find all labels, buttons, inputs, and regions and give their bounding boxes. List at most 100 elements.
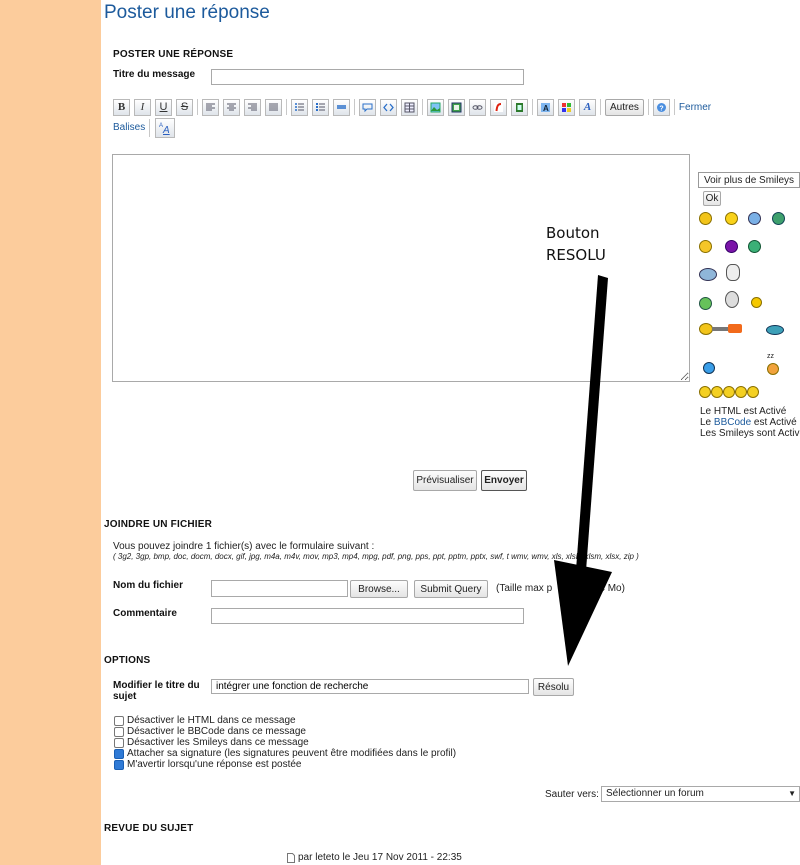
smiley-scared-icon[interactable] (726, 264, 740, 281)
option-disable-html[interactable]: Désactiver le HTML dans ce message (114, 715, 456, 726)
host-image-icon[interactable] (448, 98, 465, 116)
smiley-wink-icon[interactable] (751, 297, 762, 308)
video-icon[interactable] (511, 98, 528, 116)
font-size-icon[interactable]: A (537, 98, 554, 116)
align-right-icon[interactable] (244, 98, 261, 116)
smiley-surprised-icon[interactable] (725, 291, 739, 308)
svg-text:A: A (162, 125, 170, 135)
code-icon[interactable] (380, 98, 397, 116)
submit-query-button[interactable]: Submit Query (414, 580, 488, 598)
font-face-icon[interactable]: A (579, 98, 596, 116)
strike-button[interactable]: S (176, 98, 193, 116)
section-options: OPTIONS (104, 655, 151, 666)
topic-title-input[interactable] (211, 679, 529, 694)
toolbar-divider (354, 99, 355, 115)
status-text: Le HTML est Activé Le BBCode est Activé … (700, 406, 800, 439)
annotation-text: Bouton RESOLU (546, 224, 606, 264)
bullet-list-icon[interactable] (291, 98, 308, 116)
jump-select[interactable]: Sélectionner un forum ▼ (601, 786, 800, 802)
toolbar-divider (647, 99, 649, 115)
send-button[interactable]: Envoyer (481, 470, 527, 491)
toolbar-divider (197, 99, 198, 115)
comment-input[interactable] (211, 608, 524, 624)
flash-icon[interactable] (490, 98, 507, 116)
file-name-label: Nom du fichier (113, 580, 184, 591)
quote-icon[interactable] (359, 98, 376, 116)
checkbox-checked[interactable] (114, 759, 124, 770)
smiley-wave-icon[interactable] (699, 297, 712, 310)
chevron-down-icon: ▼ (788, 789, 796, 798)
smileys-ok-button[interactable]: Ok (703, 191, 721, 206)
option-attach-signature[interactable]: Attacher sa signature (les signatures pe… (114, 748, 456, 759)
comment-label: Commentaire (113, 608, 177, 619)
options-checkboxes: Désactiver le HTML dans ce message Désac… (114, 715, 456, 770)
left-sidebar-strip (0, 0, 101, 865)
smiley-thumbs-icon[interactable] (699, 268, 717, 281)
svg-text:A: A (543, 104, 549, 113)
italic-button[interactable]: I (134, 98, 151, 116)
jump-label: Sauter vers: (545, 789, 599, 800)
autres-button[interactable]: Autres (605, 98, 644, 116)
smiley-sad-icon[interactable] (699, 212, 712, 225)
smiley-shocked-icon[interactable] (699, 240, 712, 253)
resolved-button[interactable]: Résolu (533, 678, 574, 696)
title-label: Titre du message (113, 69, 196, 80)
checkbox-unchecked[interactable] (114, 715, 124, 726)
title-input[interactable] (211, 69, 524, 85)
smiley-cool-icon[interactable] (748, 212, 761, 225)
smiley-sick-icon[interactable] (772, 212, 785, 225)
smiley-fish-icon[interactable] (766, 325, 784, 335)
help-icon[interactable]: ? (652, 98, 670, 116)
justify-icon[interactable] (265, 98, 282, 116)
option-disable-smileys[interactable]: Désactiver les Smileys dans ce message (114, 737, 456, 748)
option-notify-reply[interactable]: M'avertir lorsqu'une réponse est postée (114, 759, 456, 770)
checkbox-unchecked[interactable] (114, 726, 124, 737)
preview-button[interactable]: Prévisualiser (413, 470, 477, 491)
smiley-ball-icon[interactable] (703, 362, 715, 374)
toolbar-divider (149, 119, 150, 137)
align-left-icon[interactable] (202, 98, 219, 116)
bbcode-link[interactable]: BBCode (714, 417, 751, 428)
section-post-reply: POSTER UNE RÉPONSE (113, 49, 234, 60)
balises-link[interactable]: Balises (113, 122, 145, 133)
checkbox-checked[interactable] (114, 748, 124, 759)
toolbar-divider (673, 99, 675, 115)
smiley-sleep-icon[interactable] (767, 363, 779, 375)
smiley-row-3-icon[interactable] (723, 386, 735, 398)
attach-info: Vous pouvez joindre 1 fichier(s) avec le… (113, 541, 375, 552)
smiley-confused-icon[interactable] (725, 240, 738, 253)
align-center-icon[interactable] (223, 98, 240, 116)
smiley-happy-icon[interactable] (725, 212, 738, 225)
section-attach-file: JOINDRE UN FICHIER (104, 519, 213, 530)
formatting-toolbar: B I U S A A Autres ? Fermer (113, 97, 800, 117)
font-color-icon[interactable] (558, 98, 575, 116)
svg-text:?: ? (659, 105, 663, 112)
smiley-gun-icon[interactable] (699, 323, 713, 335)
bold-button[interactable]: B (113, 98, 130, 116)
numbered-list-icon[interactable] (312, 98, 329, 116)
table-icon[interactable] (401, 98, 418, 116)
link-icon[interactable] (469, 98, 486, 116)
smiley-row-1-icon[interactable] (699, 386, 711, 398)
remove-format-icon[interactable]: AA (155, 118, 175, 138)
browse-button[interactable]: Browse... (350, 580, 408, 598)
smiley-row-5-icon[interactable] (747, 386, 759, 398)
toolbar-divider (286, 99, 287, 115)
page-title: Poster une réponse (104, 2, 270, 23)
smiley-row-2-icon[interactable] (711, 386, 723, 398)
gun-flash (728, 324, 742, 333)
smileys-select[interactable]: Voir plus de Smileys (698, 172, 800, 188)
file-path-field[interactable] (211, 580, 348, 597)
horizontal-rule-icon[interactable] (333, 98, 350, 116)
underline-button[interactable]: U (155, 98, 172, 116)
option-disable-bbcode[interactable]: Désactiver le BBCode dans ce message (114, 726, 456, 737)
smileys-status: Les Smileys sont Activés (700, 428, 800, 439)
toolbar-divider (532, 99, 533, 115)
smiley-grin-icon[interactable] (748, 240, 761, 253)
smiley-row-4-icon[interactable] (735, 386, 747, 398)
checkbox-unchecked[interactable] (114, 737, 124, 748)
bbcode-status: Le BBCode est Activé (700, 417, 797, 428)
fermer-link[interactable]: Fermer (679, 102, 711, 113)
html-status: Le HTML est Activé (700, 406, 787, 417)
image-icon[interactable] (427, 98, 444, 116)
